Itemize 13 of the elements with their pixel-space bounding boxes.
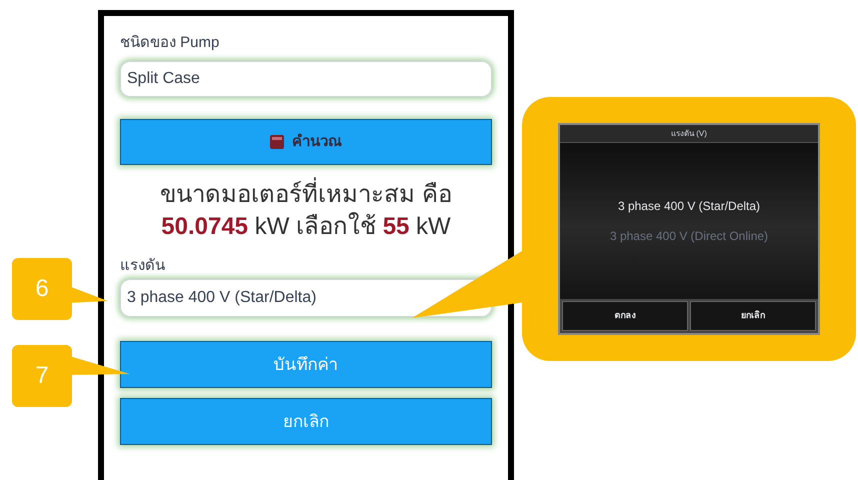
- callout-badge: 6: [12, 258, 72, 320]
- callout-badge: 7: [12, 345, 72, 407]
- ok-button[interactable]: ตกลง: [562, 301, 688, 331]
- calculate-button[interactable]: คำนวณ: [120, 119, 492, 165]
- picker-option[interactable]: 3 phase 400 V (Star/Delta): [618, 197, 760, 215]
- result-text: 50.0745 kW เลือกใช้ 55 kW: [160, 211, 452, 242]
- calculator-icon: [270, 135, 284, 149]
- result-text: ขนาดมอเตอร์ที่เหมาะสม คือ: [120, 179, 492, 211]
- cancel-button[interactable]: ยกเลิก: [690, 301, 816, 331]
- field-label: ชนิดของ Pump: [120, 33, 220, 53]
- field-label: แรงดัน: [120, 256, 166, 276]
- dialog-title: แรงดัน (V): [560, 125, 818, 143]
- pump-type-field[interactable]: Split Case: [120, 61, 492, 97]
